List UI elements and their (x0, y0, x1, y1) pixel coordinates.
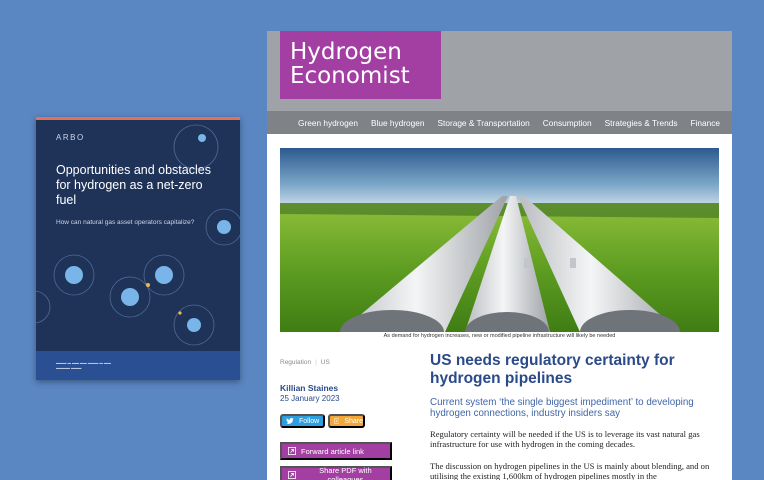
article-paragraph: Regulatory certainty will be needed if t… (430, 429, 700, 449)
cover-footer-fineprint: ▬▬▬ ▬ ▬▬ ▬▬ ▬▬▬ ▬ ▬▬ ▬▬▬▬ ▬▬▬ (56, 361, 111, 370)
nav-finance[interactable]: Finance (691, 118, 721, 128)
cover-subtitle: How can natural gas asset operators capi… (56, 219, 195, 226)
twitter-bird-icon (286, 418, 294, 424)
article-standfirst: Current system ‘the single biggest imped… (430, 397, 694, 419)
article-meta: Regulation | US (280, 359, 330, 366)
report-cover[interactable]: ARBO Opportunities and obstacles for hyd… (36, 117, 240, 380)
nav-strategies-trends[interactable]: Strategies & Trends (605, 118, 678, 128)
hero-caption: As demand for hydrogen increases, new or… (383, 333, 616, 339)
nav-blue-hydrogen[interactable]: Blue hydrogen (371, 118, 425, 128)
site-header: Hydrogen Economist (267, 31, 732, 111)
article-headline: US needs regulatory certainty for hydrog… (430, 352, 675, 387)
cover-title: Opportunities and obstacles for hydrogen… (56, 163, 211, 207)
website-panel: Hydrogen Economist Green hydrogen Blue h… (267, 31, 732, 480)
pdf-share-icon (288, 471, 296, 479)
forward-icon (288, 447, 296, 455)
logo-line-2: Economist (290, 63, 410, 89)
author-link[interactable]: Killian Staines (280, 383, 338, 393)
nav-storage-transportation[interactable]: Storage & Transportation (437, 118, 529, 128)
share-pdf-button[interactable]: Share PDF with colleagues (280, 466, 392, 480)
nav-consumption[interactable]: Consumption (543, 118, 592, 128)
hero-image-pipelines (280, 148, 719, 332)
forward-article-link-button[interactable]: Forward article link (280, 442, 392, 460)
logo-line-1: Hydrogen (290, 39, 402, 65)
cover-footer: ▬▬▬ ▬ ▬▬ ▬▬ ▬▬▬ ▬ ▬▬ ▬▬▬▬ ▬▬▬ (36, 351, 240, 380)
main-nav: Green hydrogen Blue hydrogen Storage & T… (267, 111, 732, 134)
cover-brand: ARBO (56, 133, 85, 142)
pdf-label: Share PDF with colleagues (319, 466, 372, 480)
share-label: Share (344, 417, 363, 425)
nav-green-hydrogen[interactable]: Green hydrogen (298, 118, 358, 128)
share-icon (334, 418, 340, 424)
cover-circle-pattern (36, 124, 240, 346)
site-logo[interactable]: Hydrogen Economist (280, 31, 441, 99)
forward-label: Forward article link (301, 446, 364, 456)
follow-label: Follow (299, 417, 320, 425)
article-paragraph: The discussion on hydrogen pipelines in … (430, 461, 710, 480)
meta-separator: | (315, 359, 317, 366)
category-link[interactable]: Regulation (280, 359, 311, 366)
publish-date: 25 January 2023 (280, 394, 340, 403)
twitter-follow-button[interactable]: Follow (280, 414, 325, 428)
share-button[interactable]: Share (328, 414, 365, 428)
region-link[interactable]: US (321, 359, 330, 366)
